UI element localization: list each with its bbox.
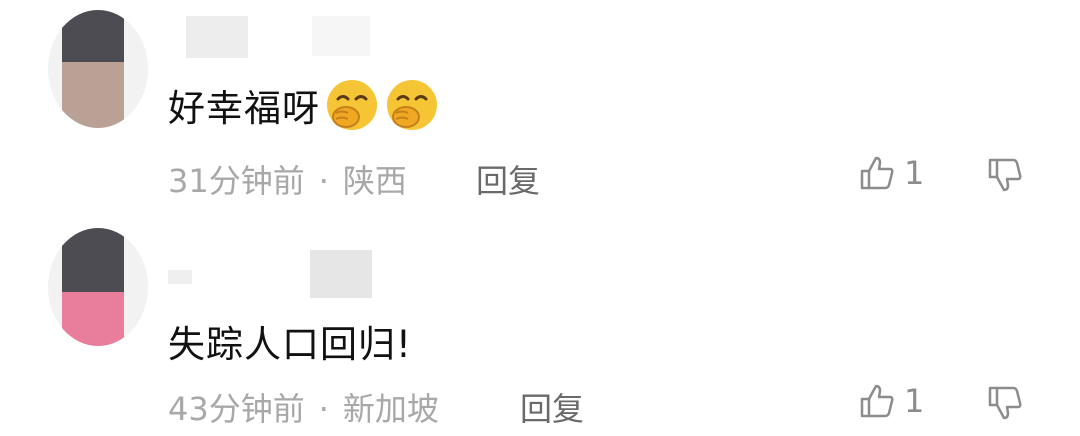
avatar-mosaic-block — [62, 62, 124, 128]
like-button[interactable]: 1 — [858, 382, 924, 420]
username-redacted — [312, 16, 370, 56]
thumbs-down-icon — [988, 158, 1022, 192]
dislike-button[interactable] — [986, 384, 1024, 426]
comment-location: 新加坡 — [342, 390, 439, 428]
like-count: 1 — [904, 154, 925, 192]
username-redacted[interactable] — [186, 16, 248, 58]
comment-text: 好幸福呀 — [168, 87, 320, 130]
reply-button[interactable]: 回复 — [476, 156, 540, 202]
like-button[interactable]: 1 — [858, 154, 924, 192]
reply-button[interactable]: 回复 — [520, 384, 584, 430]
username-redacted[interactable] — [168, 270, 192, 284]
comment-content: 失踪人口回归! — [168, 314, 412, 368]
comment-item: 好幸福呀 31分钟前 · 陕西 回复 1 — [0, 0, 1080, 218]
thumbs-down-icon — [988, 386, 1022, 420]
thumbs-up-icon — [860, 156, 894, 190]
comment-meta: 31分钟前 · 陕西 — [168, 156, 407, 202]
avatar[interactable] — [48, 10, 148, 128]
comment-time: 43分钟前 — [168, 390, 305, 428]
username-redacted — [310, 250, 372, 298]
thumbs-up-icon — [860, 384, 894, 418]
avatar[interactable] — [48, 228, 148, 346]
like-count: 1 — [904, 382, 925, 420]
comment-text: 失踪人口回归! — [168, 323, 412, 366]
hand-over-mouth-emoji — [384, 77, 440, 133]
comment-location: 陕西 — [342, 162, 407, 200]
avatar-mosaic-block — [62, 10, 124, 62]
hand-over-mouth-emoji — [324, 77, 380, 133]
meta-separator: · — [318, 390, 329, 428]
avatar-mosaic-block — [62, 228, 124, 292]
meta-separator: · — [318, 162, 329, 200]
avatar-mosaic-block — [62, 292, 124, 346]
comment-time: 31分钟前 — [168, 162, 305, 200]
dislike-button[interactable] — [986, 156, 1024, 198]
comment-content: 好幸福呀 — [168, 78, 440, 132]
comment-meta: 43分钟前 · 新加坡 — [168, 384, 439, 430]
comment-item: 失踪人口回归! 43分钟前 · 新加坡 回复 1 — [0, 218, 1080, 436]
